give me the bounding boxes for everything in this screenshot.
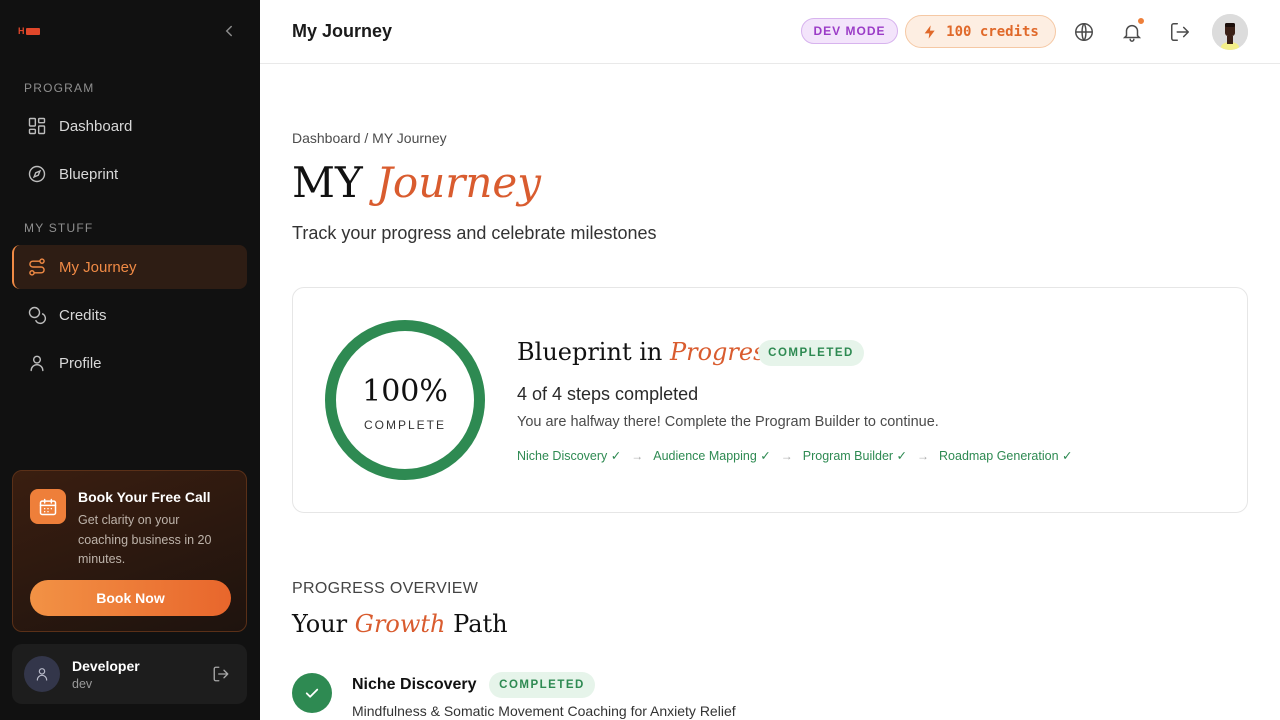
sidebar-item-blueprint[interactable]: Blueprint (12, 152, 247, 196)
hero-title-accent: Journey (376, 158, 541, 207)
arrow-right-icon: → (917, 448, 930, 463)
step-program-builder: Program Builder ✓ (802, 449, 908, 463)
steps-count: 4 of 4 steps completed (517, 384, 699, 404)
step-roadmap-generation: Roadmap Generation ✓ (939, 449, 1073, 463)
steps-description: You are halfway there! Complete the Prog… (517, 414, 939, 430)
dev-mode-badge: DEV MODE (801, 18, 898, 44)
user-avatar (24, 656, 60, 692)
arrow-right-icon: → (780, 448, 793, 463)
sidebar-item-label: Blueprint (59, 165, 119, 183)
promo-text: Get clarity on your coaching business in… (78, 513, 212, 566)
user-name: Developer (72, 658, 140, 674)
top-header: My Journey DEV MODE 100 credits (260, 0, 1280, 64)
app-logo[interactable]: H (18, 26, 46, 37)
dashboard-icon (27, 116, 47, 136)
lightning-icon (922, 24, 938, 40)
step-niche-discovery: Niche Discovery ✓ (517, 449, 622, 463)
hero-title: MY Journey (292, 158, 541, 207)
blueprint-title: Blueprint in Progress (517, 338, 778, 366)
sidebar-item-label: Profile (59, 354, 102, 372)
section-label-program: PROGRAM (24, 81, 95, 95)
sidebar-item-label: Credits (59, 306, 107, 324)
check-icon (292, 673, 332, 713)
globe-icon[interactable] (1073, 21, 1095, 43)
avatar[interactable] (1212, 14, 1248, 50)
sidebar-item-credits[interactable]: Credits (12, 293, 247, 337)
user-icon (27, 353, 47, 373)
section-label-overview: PROGRESS OVERVIEW (292, 580, 479, 597)
growth-title-plain: Your (292, 610, 355, 638)
steps-row: Niche Discovery ✓ → Audience Mapping ✓ →… (517, 448, 1073, 464)
timeline-item-title: Niche Discovery (352, 676, 477, 693)
arrow-right-icon: → (631, 448, 644, 463)
calendar-icon (30, 489, 66, 524)
sidebar-item-dashboard[interactable]: Dashboard (12, 104, 247, 148)
logout-icon[interactable] (1169, 21, 1191, 43)
book-now-button[interactable]: Book Now (30, 580, 231, 616)
timeline-item-description: Mindfulness & Somatic Movement Coaching … (352, 703, 736, 719)
credits-pill[interactable]: 100 credits (905, 15, 1056, 48)
progress-percent: 100% (362, 374, 448, 409)
growth-title-accent: Growth (354, 610, 446, 638)
hero-title-plain: MY (292, 158, 377, 207)
section-label-mystuff: MY STUFF (24, 221, 94, 235)
blueprint-progress-card: 100% COMPLETE Blueprint in Progress COMP… (292, 287, 1248, 513)
growth-title-plain-end: Path (445, 610, 508, 638)
promo-title: Book Your Free Call (78, 489, 211, 505)
credits-label: 100 credits (946, 23, 1039, 40)
progress-label: COMPLETE (363, 418, 446, 432)
logo-mark (25, 28, 40, 35)
status-badge: COMPLETED (758, 340, 864, 366)
user-role: dev (72, 677, 93, 691)
route-icon (27, 257, 47, 277)
book-call-card: Book Your Free Call Get clarity on your … (12, 470, 247, 632)
notification-dot (1137, 17, 1145, 25)
user-card[interactable]: Developer dev (12, 644, 247, 704)
user-icon (36, 668, 48, 681)
sidebar: H PROGRAM Dashboard Blueprint MY STUFF M… (0, 0, 260, 720)
sidebar-item-my-journey[interactable]: My Journey (12, 245, 247, 289)
collapse-sidebar-icon[interactable] (220, 22, 238, 40)
sidebar-item-label: My Journey (59, 258, 137, 276)
logo-letter: H (18, 26, 25, 36)
logout-icon[interactable] (212, 665, 230, 683)
sidebar-item-profile[interactable]: Profile (12, 341, 247, 385)
compass-icon (27, 164, 47, 184)
coins-icon (27, 305, 47, 325)
sidebar-item-label: Dashboard (59, 117, 133, 135)
breadcrumb: Dashboard / MY Journey (292, 130, 447, 146)
step-audience-mapping: Audience Mapping ✓ (653, 449, 771, 463)
page-title: My Journey (292, 21, 393, 41)
timeline-status-badge: COMPLETED (489, 672, 595, 698)
blueprint-title-plain: Blueprint in (517, 338, 670, 366)
growth-path-title: Your Growth Path (292, 610, 508, 638)
page-subtitle: Track your progress and celebrate milest… (292, 223, 657, 243)
